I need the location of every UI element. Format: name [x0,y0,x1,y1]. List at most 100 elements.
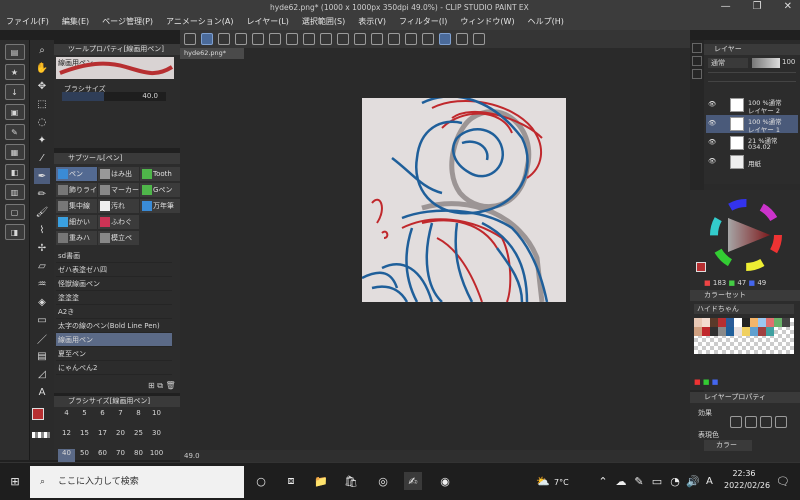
list-item[interactable]: にゃんぺん2 [56,361,172,375]
brush-size-slider[interactable]: 40.0 [62,92,166,101]
ime-indicator[interactable]: A [706,476,713,487]
notification-icon[interactable]: 🗨 [774,472,792,490]
layer-row-selected[interactable]: 👁 100 %通常 レイヤー 1 [706,115,798,134]
blend-icon[interactable]: ♒ [34,276,50,292]
help-icon[interactable] [473,33,485,45]
text-icon[interactable]: A [34,384,50,400]
size-7[interactable]: 7 [112,409,129,423]
tone-effect-icon[interactable] [745,416,757,428]
frame-icon[interactable]: ▢ [4,204,25,220]
list-item[interactable]: ゼハ表塗ゼハ四 [56,263,172,277]
network-icon[interactable]: ◔ [666,472,684,490]
tab-fluffy[interactable]: ふわぐ [98,215,139,229]
menu-view[interactable]: 表示(V) [358,16,386,27]
threshold-effect-icon[interactable] [775,416,787,428]
history-icon[interactable] [692,69,702,79]
tab-focus-line[interactable]: 集中線 [56,199,97,213]
expression-color-select[interactable]: カラー [704,440,752,451]
add-color-icon[interactable]: ■ [694,378,701,386]
tab-weight[interactable]: 重みハ [56,231,97,245]
store-icon[interactable]: 🛍 [342,472,360,490]
size-25[interactable]: 25 [130,429,147,443]
eraser-icon[interactable]: ▱ [34,258,50,274]
pen-pressure-icon[interactable] [456,33,468,45]
transform-icon[interactable] [388,33,400,45]
brush-icon[interactable]: 🖌 [34,204,50,220]
color-wheel[interactable] [690,190,800,280]
quick-access-icon[interactable] [201,33,213,45]
list-item-selected[interactable]: 線画用ペン [56,333,172,347]
effect-icon[interactable]: ◨ [4,224,25,240]
menu-file[interactable]: ファイル(F) [6,16,49,27]
tab-dirt[interactable]: 汚れ [98,199,139,213]
airbrush-icon[interactable]: ⌇ [34,222,50,238]
ruler-icon[interactable] [422,33,434,45]
stabilizer-icon[interactable] [439,33,451,45]
figure-icon[interactable]: ／ [34,330,50,346]
frame-border-icon[interactable]: ▤ [34,348,50,364]
color-set-select[interactable]: ハイドちゃん [694,304,794,314]
tab-fountain-pen[interactable]: 万年筆 [140,199,181,213]
size-60[interactable]: 60 [94,449,111,463]
print-icon[interactable] [286,33,298,45]
windows-start-icon[interactable]: ⊞ [6,472,24,490]
brush-material-icon[interactable]: ✎ [4,124,25,140]
fill-bucket-icon[interactable]: ◈ [34,294,50,310]
save-icon[interactable] [252,33,264,45]
layer-row-paper[interactable]: 👁 用紙 [706,153,798,171]
gradient-icon[interactable]: ▭ [34,312,50,328]
maximize-button[interactable]: ❐ [753,1,762,12]
tab-marker[interactable]: マーカー [98,183,139,197]
task-view-icon[interactable]: ⧈ [282,472,300,490]
tab-tooth[interactable]: Tooth [140,167,181,181]
pattern-icon[interactable]: ▦ [4,144,25,160]
weather-icon[interactable]: ⛅ [534,472,552,490]
visibility-eye-icon[interactable]: 👁 [708,157,716,165]
menu-selection[interactable]: 選択範囲(S) [302,16,345,27]
list-item[interactable]: 塗塗塗 [56,291,172,305]
taskbar-clock[interactable]: 22:36 2022/02/26 [724,468,770,492]
size-100[interactable]: 100 [148,449,165,463]
list-item[interactable]: 太字の線のペン(Bold Line Pen) [56,319,172,333]
download-icon[interactable]: ↓ [4,84,25,100]
list-item[interactable]: 夏至ペン [56,347,172,361]
deselect-icon[interactable] [337,33,349,45]
decoration-icon[interactable]: ✢ [34,240,50,256]
favorites-icon[interactable]: ★ [4,64,25,80]
battery-icon[interactable]: ▭ [648,472,666,490]
size-15[interactable]: 15 [76,429,93,443]
tone-icon[interactable]: ▥ [4,184,25,200]
undo-icon[interactable] [303,33,315,45]
size-20[interactable]: 20 [112,429,129,443]
size-50[interactable]: 50 [76,449,93,463]
visibility-eye-icon[interactable]: 👁 [708,138,716,146]
file-explorer-icon[interactable]: 📁 [312,472,330,490]
size-80[interactable]: 80 [130,449,147,463]
hand-icon[interactable]: ✋ [34,60,50,76]
pen-tray-icon[interactable]: ✎ [630,472,648,490]
list-item[interactable]: 怪獣線画ペン [56,277,172,291]
border-effect-icon[interactable] [730,416,742,428]
size-8[interactable]: 8 [130,409,147,423]
size-30[interactable]: 30 [148,429,165,443]
pen-icon[interactable]: ✒ [34,168,50,184]
magic-wand-icon[interactable]: ✦ [34,132,50,148]
onedrive-icon[interactable]: ☁ [612,472,630,490]
drawing-canvas[interactable] [361,95,566,303]
minimize-button[interactable]: — [721,1,731,12]
size-70[interactable]: 70 [112,449,129,463]
size-6[interactable]: 6 [94,409,111,423]
color-set-grid[interactable] [694,318,794,354]
search-layer-icon[interactable] [692,56,702,66]
fill-icon[interactable] [371,33,383,45]
export-icon[interactable] [269,33,281,45]
size-10[interactable]: 10 [148,409,165,423]
zoom-value[interactable]: 49.0 [184,452,200,460]
list-item[interactable]: A2き [56,305,172,319]
tab-fine[interactable]: 細かい [56,215,97,229]
image-icon[interactable]: ▣ [4,104,25,120]
opacity-slider[interactable] [752,58,780,68]
replace-color-icon[interactable]: ■ [703,378,710,386]
transparent-color[interactable] [32,432,50,438]
material-icon[interactable]: ▤ [4,44,25,60]
